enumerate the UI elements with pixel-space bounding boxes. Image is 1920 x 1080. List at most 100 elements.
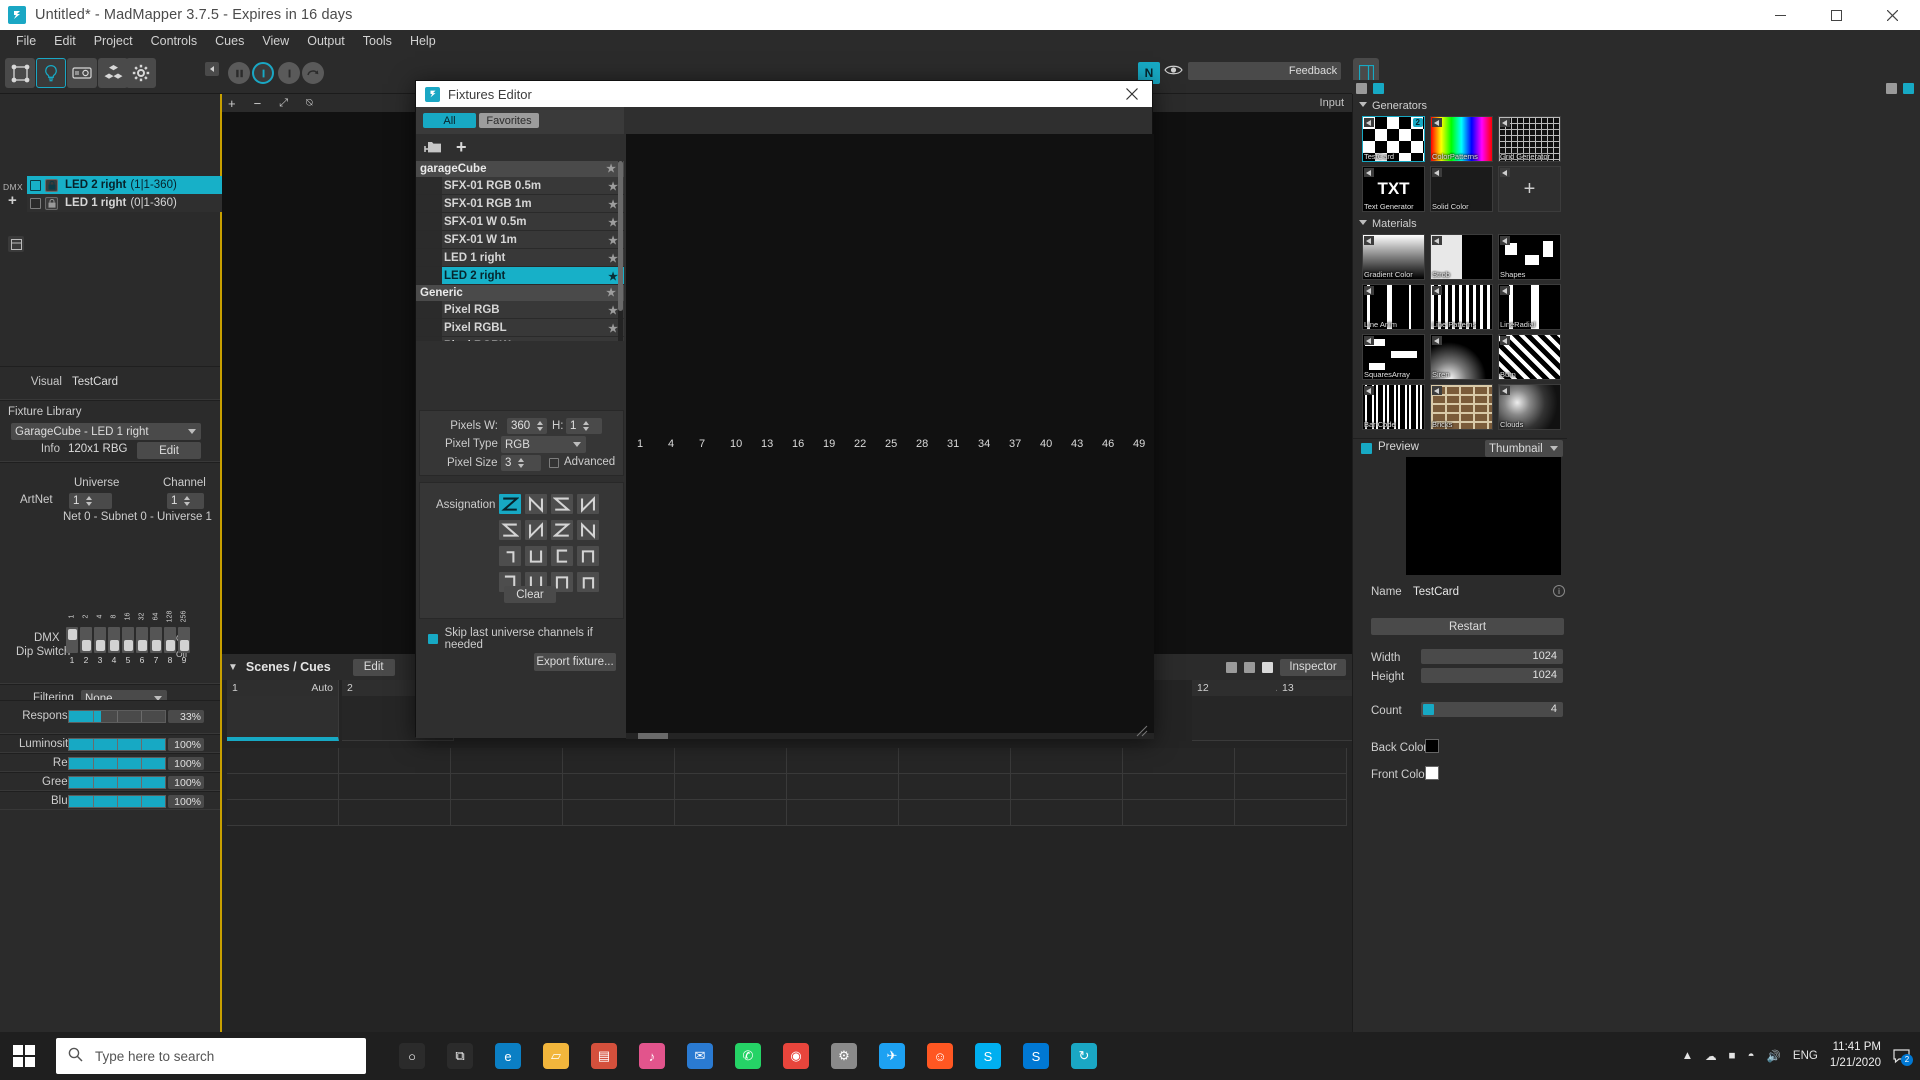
- spinner-arrows[interactable]: [534, 418, 545, 434]
- dialog-close-button[interactable]: [1112, 81, 1152, 107]
- language-indicator[interactable]: ENG: [1793, 1050, 1818, 1062]
- generator-thumb-testcard[interactable]: 2 TestCard: [1362, 116, 1425, 162]
- fixture-item[interactable]: Pixel RGBW ★: [416, 337, 624, 341]
- material-thumb-siren[interactable]: Siren: [1430, 334, 1493, 380]
- favorite-star-icon[interactable]: ★: [608, 252, 618, 265]
- dip-switch-body[interactable]: [66, 627, 78, 653]
- fixture-item[interactable]: SFX-01 RGB 1m ★: [416, 195, 624, 213]
- fixture-item[interactable]: SFX-01 RGB 0.5m ★: [416, 177, 624, 195]
- canvas-select-icon[interactable]: ⍉: [306, 97, 313, 110]
- favorite-star-icon[interactable]: ★: [606, 286, 616, 299]
- slider-track[interactable]: [68, 710, 166, 723]
- generator-thumb-solid-color[interactable]: Solid Color: [1430, 166, 1493, 212]
- pixels-h-input[interactable]: 1: [566, 418, 602, 434]
- material-thumb-line-anim[interactable]: Line Anim: [1362, 284, 1425, 330]
- count-slider-handle[interactable]: [1423, 704, 1434, 715]
- dip-switch-knob[interactable]: [109, 640, 119, 651]
- favorite-star-icon[interactable]: ★: [608, 180, 618, 193]
- pixel-size-input[interactable]: 3: [501, 455, 541, 471]
- pattern-u-2[interactable]: [525, 546, 547, 566]
- scene-cell[interactable]: [899, 800, 1011, 826]
- menu-edit[interactable]: Edit: [45, 32, 85, 50]
- slider-track[interactable]: [68, 795, 166, 808]
- slider-track[interactable]: [68, 757, 166, 770]
- fixture-library-select[interactable]: GarageCube - LED 1 right: [11, 423, 201, 440]
- material-thumb-line-patterns[interactable]: Line Patterns: [1430, 284, 1493, 330]
- minimize-panel-icon[interactable]: [1886, 82, 1897, 94]
- tab-favorites[interactable]: Favorites: [479, 113, 539, 128]
- slider-track[interactable]: [68, 738, 166, 751]
- menu-file[interactable]: File: [7, 32, 45, 50]
- chevron-up-icon[interactable]: ▲: [1682, 1050, 1693, 1062]
- pattern-u-4[interactable]: [577, 546, 599, 566]
- scene-column-header[interactable]: 1 Auto: [227, 680, 339, 696]
- menu-output[interactable]: Output: [298, 32, 354, 50]
- slider-value[interactable]: 100%: [168, 795, 204, 808]
- scene-cell[interactable]: [451, 800, 563, 826]
- thumb-preview-toggle-icon[interactable]: [1364, 118, 1374, 127]
- scene-cell[interactable]: [339, 774, 451, 800]
- menu-project[interactable]: Project: [85, 32, 142, 50]
- thumb-preview-toggle-icon[interactable]: [1364, 336, 1374, 345]
- loop-button[interactable]: [302, 62, 324, 84]
- fixture-checkbox[interactable]: [30, 197, 41, 209]
- taskbar-whatsapp-icon[interactable]: ✆: [724, 1032, 772, 1080]
- dip-switch-body[interactable]: [108, 627, 120, 653]
- canvas-zoom-in-icon[interactable]: +: [228, 96, 236, 111]
- taskbar-cortana-icon[interactable]: ○: [388, 1032, 436, 1080]
- taskbar-file-explorer-icon[interactable]: ▱: [532, 1032, 580, 1080]
- pattern-n-mirror[interactable]: [577, 494, 599, 514]
- scene-cell[interactable]: [227, 800, 339, 826]
- export-fixture-button[interactable]: Export fixture...: [534, 653, 616, 671]
- material-thumb-strob[interactable]: Strob: [1430, 234, 1493, 280]
- preview-mode-select[interactable]: Thumbnail: [1485, 440, 1563, 457]
- fixtures-tool-button[interactable]: [36, 58, 66, 88]
- battery-icon[interactable]: ■: [1729, 1050, 1736, 1062]
- slider-value[interactable]: 100%: [168, 757, 204, 770]
- menu-controls[interactable]: Controls: [142, 32, 207, 50]
- dip-switch-body[interactable]: [122, 627, 134, 653]
- taskbar-store-icon[interactable]: ▤: [580, 1032, 628, 1080]
- scene-cell[interactable]: [1011, 774, 1123, 800]
- taskbar-search[interactable]: Type here to search: [56, 1038, 366, 1074]
- slider-value[interactable]: 100%: [168, 738, 204, 751]
- dip-switch-body[interactable]: [164, 627, 176, 653]
- pattern-n-flip[interactable]: [577, 520, 599, 540]
- thumb-preview-toggle-icon[interactable]: [1364, 236, 1374, 245]
- info-icon[interactable]: i: [1553, 585, 1565, 597]
- count-slider[interactable]: 4: [1421, 702, 1563, 717]
- chevron-down-icon[interactable]: ▼: [228, 662, 238, 673]
- taskbar-music-icon[interactable]: ♪: [628, 1032, 676, 1080]
- skip-universe-checkbox[interactable]: [428, 634, 438, 644]
- scene-cell[interactable]: [675, 800, 787, 826]
- scene-cell[interactable]: [787, 800, 899, 826]
- dip-switch-body[interactable]: [178, 627, 190, 653]
- fixture-item[interactable]: SFX-01 W 0.5m ★: [416, 213, 624, 231]
- dip-switch-body[interactable]: [94, 627, 106, 653]
- material-thumb-clouds[interactable]: Clouds: [1498, 384, 1561, 430]
- scene-cell[interactable]: [899, 748, 1011, 774]
- canvas-zoom-out-icon[interactable]: −: [254, 96, 262, 111]
- thumb-preview-toggle-icon[interactable]: [1500, 286, 1510, 295]
- scene-cell[interactable]: [227, 696, 339, 741]
- notifications-button[interactable]: 2: [1893, 1048, 1913, 1066]
- scene-cell[interactable]: [451, 774, 563, 800]
- taskbar-edge-icon[interactable]: e: [484, 1032, 532, 1080]
- scene-cell[interactable]: [787, 774, 899, 800]
- add-fixture-icon[interactable]: +: [8, 192, 17, 209]
- scene-cell[interactable]: [899, 774, 1011, 800]
- slider-value[interactable]: 100%: [168, 776, 204, 789]
- advanced-checkbox[interactable]: [549, 458, 559, 468]
- material-thumb-lineradial[interactable]: LineRadial: [1498, 284, 1561, 330]
- scene-cell[interactable]: [675, 774, 787, 800]
- thumb-preview-toggle-icon[interactable]: [1364, 168, 1374, 177]
- menu-view[interactable]: View: [253, 32, 298, 50]
- fixture-preview-canvas[interactable]: 1 4 7 10 13 16 19 22 25 28 31 34 37 40 43 46 49: [626, 134, 1154, 738]
- universe-spinner[interactable]: 1: [69, 493, 112, 509]
- scene-cell[interactable]: [1235, 774, 1347, 800]
- dip-switch-body[interactable]: [80, 627, 92, 653]
- pattern-s-flip[interactable]: [551, 520, 573, 540]
- scene-cell[interactable]: [227, 748, 339, 774]
- favorite-star-icon[interactable]: ★: [608, 198, 618, 211]
- width-field[interactable]: 1024: [1421, 649, 1563, 664]
